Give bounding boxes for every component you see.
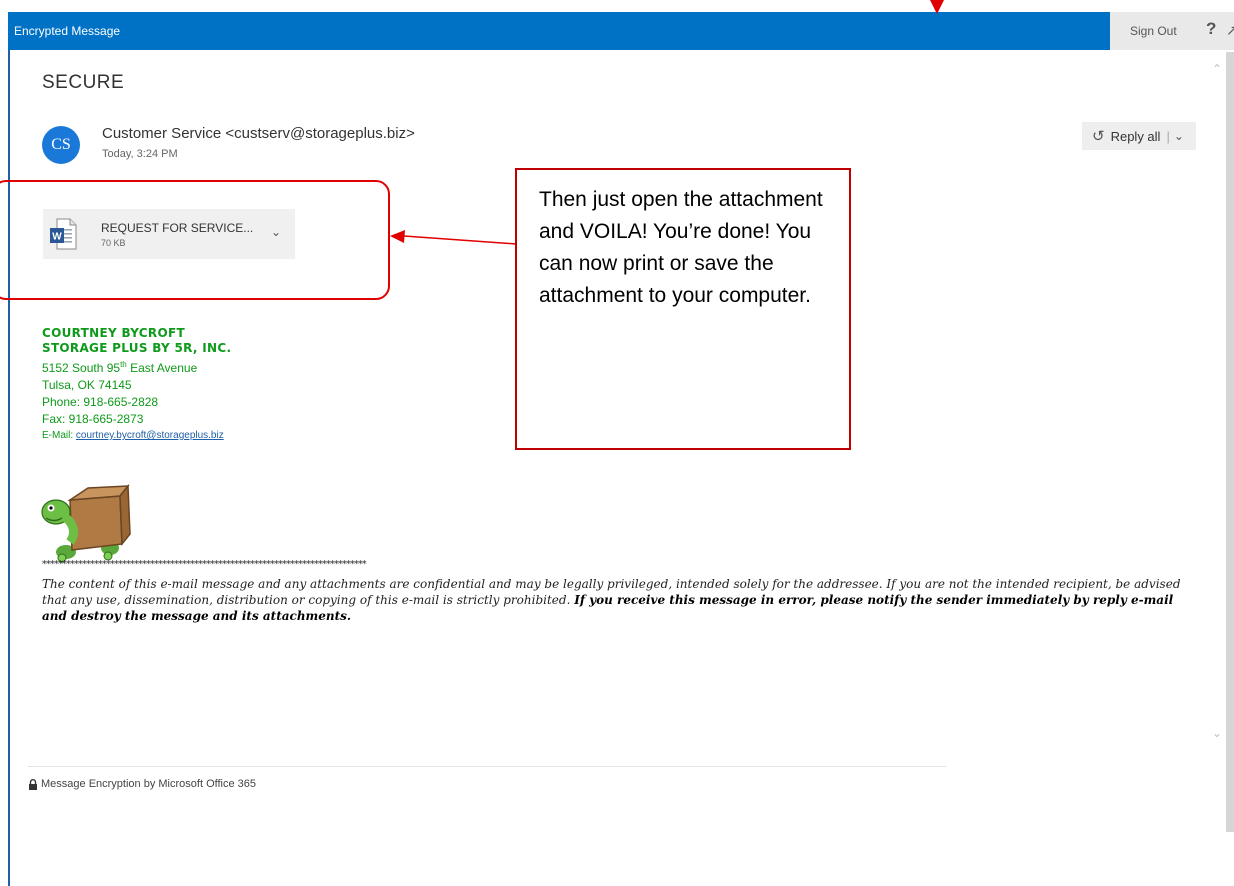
footer-divider [28,766,946,767]
scroll-up-chevron-icon[interactable]: ⌃ [1212,62,1222,76]
instruction-callout: Then just open the attachment and VOILA!… [515,168,851,450]
signature-address: 5152 South 95th East Avenue [42,360,198,375]
signature-city: Tulsa, OK 74145 [42,378,132,392]
signature-name: Courtney Bycroft [42,326,185,340]
signature-fax: Fax: 918-665-2873 [42,412,144,426]
signature-email: E-Mail: courtney.bycroft@storageplus.biz [42,430,224,441]
signature-email-link[interactable]: courtney.bycroft@storageplus.biz [76,430,224,441]
confidentiality-disclaimer: The content of this e-mail message and a… [42,576,1192,624]
lock-icon [29,778,37,790]
window-scrollbar[interactable] [1226,52,1234,832]
disclaimer-divider: ****************************************… [42,560,367,570]
email-signature: Courtney Bycroft Storage Plus by 5R, Inc… [42,326,231,444]
footer: Message Encryption by Microsoft Office 3… [28,778,256,790]
turtle-mascot-logo [41,483,131,563]
scroll-down-chevron-icon[interactable]: ⌄ [1212,726,1222,740]
message-scrollbar[interactable] [1212,56,1226,746]
footer-text: Message Encryption by Microsoft Office 3… [41,778,257,790]
signature-phone: Phone: 918-665-2828 [42,395,159,409]
callout-text: Then just open the attachment and VOILA!… [539,188,823,307]
signature-company: Storage Plus by 5R, Inc. [42,341,232,355]
